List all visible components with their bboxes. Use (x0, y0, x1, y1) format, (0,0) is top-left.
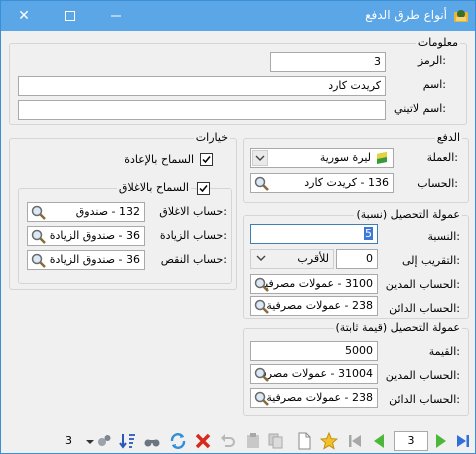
closing-account-field[interactable]: 132 - صندوق (27, 202, 145, 222)
search-icon[interactable] (30, 228, 47, 245)
percent-credit-label: الحساب الدائن: (389, 302, 460, 315)
favorite-star-icon[interactable] (320, 432, 338, 450)
fixed-credit-value: 238 - عمولات مصرفية (266, 391, 373, 404)
currency-value: ليرة سورية (319, 151, 371, 164)
code-field[interactable]: 3 (270, 52, 386, 72)
surplus-account-label: حساب الزيادة: (159, 229, 227, 242)
surplus-account-field[interactable]: 36 - صندوق الزيادة (27, 226, 145, 246)
search-icon[interactable] (253, 390, 270, 407)
code-label: الرمز: (417, 54, 446, 67)
info-legend: معلومات (415, 36, 460, 49)
minimize-button[interactable] (93, 1, 139, 31)
paste-icon[interactable] (244, 432, 262, 450)
percent-credit-value: 238 - عمولات مصرفية (266, 299, 373, 312)
ratio-field[interactable]: 5 (250, 224, 378, 244)
search-icon[interactable] (253, 366, 270, 383)
bottom-toolbar: 3 3 (1, 428, 475, 454)
app-icon (454, 10, 468, 22)
fixed-value-label: القيمة: (428, 345, 460, 358)
sort-icon[interactable] (119, 432, 137, 450)
deficit-account-value: 36 - صندوق الزيادة (49, 253, 140, 266)
commission-percent-legend: عمولة التحصيل (نسبة) (354, 208, 462, 221)
delete-icon[interactable] (194, 432, 212, 450)
percent-debit-label: الحساب المدين: (385, 278, 460, 291)
maximize-button[interactable] (47, 1, 93, 31)
record-number-field[interactable]: 3 (394, 431, 428, 451)
chevron-down-icon (256, 255, 266, 261)
commission-fixed-group: عمولة التحصيل (قيمة ثابتة) القيمة: 5000 … (243, 321, 469, 416)
currency-label: العملة: (426, 151, 458, 164)
options-legend: خيارات (193, 131, 230, 144)
info-group: معلومات الرمز: 3 اسم: كريدت كارد اسم لات… (9, 36, 467, 125)
rounding-field[interactable]: 0 (336, 249, 378, 269)
window-title: أنواع طرق الدفع (365, 8, 447, 22)
title-bar: أنواع طرق الدفع ✕ (1, 1, 475, 31)
new-document-icon[interactable] (295, 432, 313, 450)
close-button[interactable]: ✕ (1, 1, 47, 31)
search-icon[interactable] (30, 204, 47, 221)
fixed-credit-label: الحساب الدائن: (389, 393, 460, 406)
currency-flag-icon (377, 152, 387, 164)
binoculars-icon[interactable] (143, 432, 161, 450)
payment-account-field[interactable]: 136 - كريدت كارد (250, 173, 394, 193)
payment-legend: الدفع (434, 131, 462, 144)
rounding-mode-select[interactable]: للأقرب (250, 249, 334, 269)
close-icon: ✕ (18, 8, 30, 24)
search-icon[interactable] (253, 175, 270, 192)
surplus-account-value: 36 - صندوق الزيادة (49, 229, 140, 242)
currency-select[interactable]: ليرة سورية (250, 148, 394, 168)
undo-icon[interactable] (219, 432, 237, 450)
allow-return-label: السماح بالإعادة (124, 153, 194, 166)
rounding-mode-value: للأقرب (297, 252, 329, 265)
copy-icon[interactable] (267, 432, 285, 450)
fixed-debit-field[interactable]: 31004 - عمولات مصرف (250, 364, 378, 384)
allow-close-label: السماح بالاغلاق (116, 181, 191, 194)
maximize-icon (65, 11, 75, 21)
checkmark-icon (202, 156, 211, 164)
closing-group: السماح بالاغلاق حساب الاغلاق: 132 - صندو… (18, 181, 232, 284)
first-record-icon[interactable] (346, 432, 364, 450)
fixed-debit-value: 31004 - عمولات مصرف (255, 367, 373, 380)
checkmark-icon (199, 185, 208, 193)
commission-percent-group: عمولة التحصيل (نسبة) النسبة: 5 التقريب إ… (243, 208, 469, 319)
percent-credit-field[interactable]: 238 - عمولات مصرفية (250, 296, 378, 316)
fixed-credit-field[interactable]: 238 - عمولات مصرفية (250, 388, 378, 408)
refresh-icon[interactable] (169, 432, 187, 450)
minimize-icon (111, 15, 121, 17)
rounding-label: التقريب إلى: (401, 254, 460, 267)
deficit-account-label: حساب النقص: (160, 253, 227, 266)
settings-gears-icon[interactable] (95, 432, 113, 450)
latin-name-field[interactable] (18, 100, 386, 120)
options-group: خيارات السماح بالإعادة السماح بالاغلاق ح… (9, 131, 237, 290)
latin-name-label: اسم لاتيني: (394, 102, 446, 115)
chevron-down-icon (255, 155, 265, 161)
allow-return-checkbox[interactable] (200, 153, 213, 166)
payment-account-label: الحساب: (417, 177, 458, 190)
payment-group: الدفع العملة: ليرة سورية الحساب: 136 - ك… (243, 131, 469, 203)
closing-account-label: حساب الاغلاق: (159, 205, 227, 218)
window: أنواع طرق الدفع ✕ معلومات الرمز: 3 اسم: … (0, 0, 476, 454)
deficit-account-field[interactable]: 36 - صندوق الزيادة (27, 250, 145, 270)
ratio-label: النسبة: (427, 230, 460, 243)
fixed-value-field[interactable]: 5000 (250, 341, 378, 361)
search-icon[interactable] (253, 298, 270, 315)
last-record-icon[interactable] (454, 432, 472, 450)
name-field[interactable]: كريدت كارد (18, 76, 386, 96)
rounding-mode-dropdown-button[interactable] (252, 251, 268, 267)
pages-count[interactable]: 3 (65, 434, 72, 447)
ratio-value: 5 (364, 227, 373, 240)
search-icon[interactable] (30, 252, 47, 269)
closing-account-value: 132 - صندوق (75, 205, 140, 218)
percent-debit-field[interactable]: 3100 - عمولات مصرفية (250, 274, 378, 294)
currency-dropdown-button[interactable] (252, 150, 268, 166)
percent-debit-value: 3100 - عمولات مصرفية (259, 277, 373, 290)
name-label: اسم: (422, 78, 446, 91)
next-record-icon[interactable] (432, 432, 450, 450)
fixed-debit-label: الحساب المدين: (385, 369, 460, 382)
payment-account-value: 136 - كريدت كارد (304, 176, 389, 189)
previous-record-icon[interactable] (370, 432, 388, 450)
allow-close-checkbox[interactable] (197, 182, 210, 195)
commission-fixed-legend: عمولة التحصيل (قيمة ثابتة) (333, 321, 462, 334)
search-icon[interactable] (253, 276, 270, 293)
